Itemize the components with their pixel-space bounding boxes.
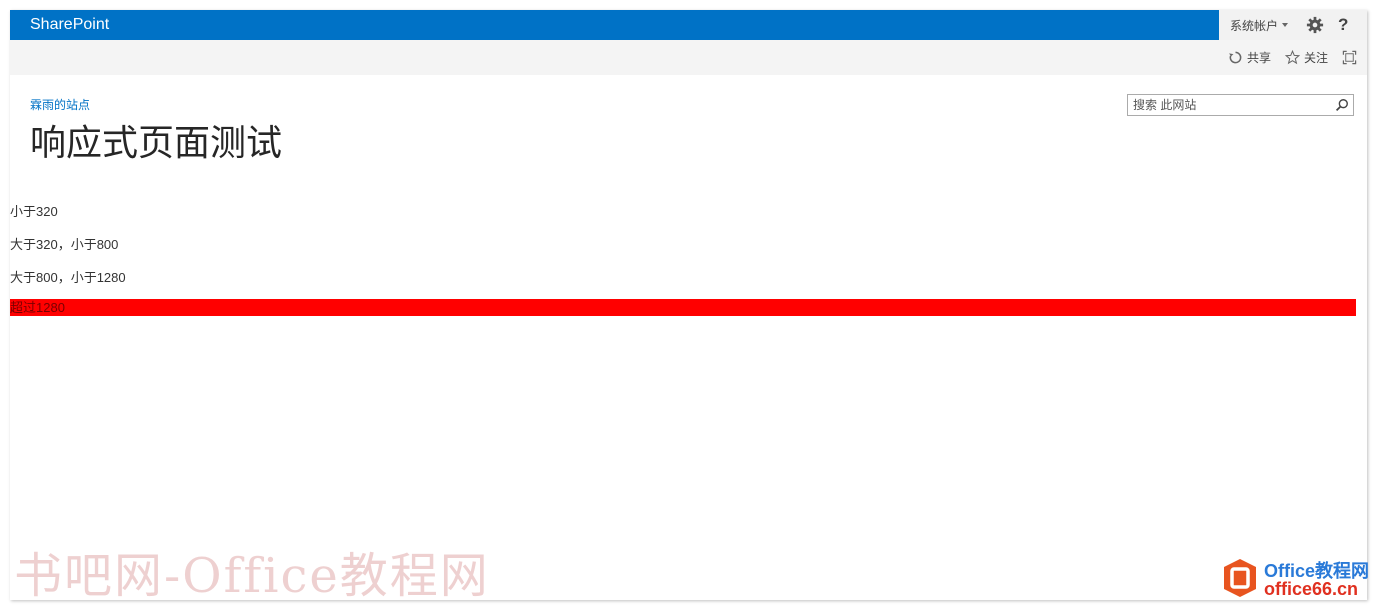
share-button[interactable]: 共享 [1228, 49, 1271, 66]
share-icon [1229, 51, 1242, 64]
suite-bar: SharePoint 系统帐户 ? [10, 10, 1367, 40]
watermark-text: 书吧网-Office教程网 [14, 548, 490, 600]
share-label: 共享 [1246, 51, 1271, 65]
account-label: 系统帐户 [1230, 18, 1279, 33]
suite-bar-right: 系统帐户 ? [1219, 10, 1367, 40]
focus-icon [1342, 50, 1357, 65]
office-logo-icon [1224, 559, 1256, 597]
highlight-line-gt-1280: 超过1280 [10, 299, 1356, 316]
watermark-logo-text: Office教程网 office66.cn [1264, 562, 1369, 598]
browser-page: SharePoint 系统帐户 ? 共享 关注 霖雨的站点 响应式页面测试 搜索… [10, 10, 1367, 600]
site-search-box [1127, 94, 1354, 116]
focus-content-button[interactable] [1342, 50, 1357, 65]
page-title: 响应式页面测试 [30, 122, 283, 163]
watermark-logo-line2: office66.cn [1264, 579, 1359, 599]
watermark-logo-line1: Office教程网 [1264, 561, 1370, 581]
site-breadcrumb-link[interactable]: 霖雨的站点 [30, 96, 90, 113]
sharepoint-brand[interactable]: SharePoint [30, 16, 109, 34]
help-icon[interactable]: ? [1338, 15, 1348, 35]
content-line-320-800: 大于320，小于800 [10, 237, 119, 252]
chevron-down-icon [1282, 23, 1289, 27]
account-menu[interactable]: 系统帐户 [1230, 17, 1289, 34]
ribbon-actions: 共享 关注 [1214, 49, 1357, 66]
content-line-800-1280: 大于800，小于1280 [10, 270, 126, 285]
follow-label: 关注 [1303, 51, 1328, 65]
content-line-lt-320: 小于320 [10, 204, 58, 219]
follow-button[interactable]: 关注 [1284, 49, 1328, 66]
search-input[interactable] [1128, 95, 1335, 115]
search-icon[interactable] [1335, 98, 1349, 112]
star-icon [1284, 50, 1300, 65]
ribbon-bar: 共享 关注 [10, 40, 1367, 75]
gear-icon[interactable] [1306, 16, 1324, 34]
